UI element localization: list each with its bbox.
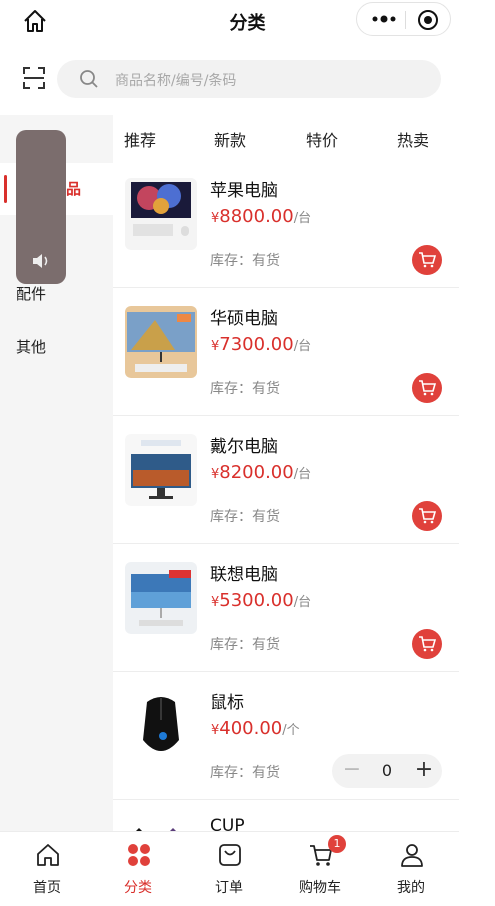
cart-icon (419, 508, 436, 524)
add-to-cart-button[interactable] (412, 629, 442, 659)
product-price: ¥7300.00/台 (211, 334, 312, 355)
product-price: ¥8200.00/台 (211, 462, 312, 483)
stock-status: 库存：有货 (210, 253, 280, 269)
product-price: ¥400.00/个 (211, 718, 300, 739)
nav-label: 我的 (397, 880, 425, 896)
product-image (125, 178, 197, 250)
cart-badge: 1 (328, 835, 346, 853)
nav-orders[interactable]: 订单 (183, 832, 275, 906)
product-price: ¥5300.00/台 (211, 590, 312, 611)
nav-profile[interactable]: 我的 (365, 832, 457, 906)
list-item[interactable]: 联想电脑 ¥5300.00/台 库存：有货 (113, 544, 459, 672)
add-to-cart-button[interactable] (412, 245, 442, 275)
list-item[interactable]: 华硕电脑 ¥7300.00/台 库存：有货 (113, 288, 459, 416)
sidebar-item-other[interactable]: 其他 (0, 321, 113, 373)
nav-home[interactable]: 首页 (1, 832, 93, 906)
sidebar-item-label: 品 (66, 180, 82, 198)
list-item[interactable]: 戴尔电脑 ¥8200.00/台 库存：有货 (113, 416, 459, 544)
scan-icon[interactable] (22, 66, 46, 90)
nav-label: 购物车 (299, 880, 341, 896)
sidebar-item-label: 配件 (16, 285, 47, 303)
product-price: ¥8800.00/台 (211, 206, 312, 227)
search-icon (80, 70, 98, 88)
add-to-cart-button[interactable] (412, 373, 442, 403)
nav-category[interactable]: 分类 (92, 832, 184, 906)
nav-label: 首页 (33, 880, 61, 896)
list-item[interactable]: 鼠标 ¥400.00/个 库存：有货 − 0 + (113, 672, 459, 800)
increment-button[interactable]: + (412, 758, 436, 782)
top-bar: 分类 (0, 0, 495, 44)
user-icon (401, 844, 423, 867)
tab-recommend[interactable]: 推荐 (124, 127, 156, 151)
stock-status: 库存：有货 (210, 765, 280, 781)
volume-overlay (16, 130, 66, 284)
product-name: CUP (210, 816, 245, 831)
speaker-icon (33, 254, 48, 268)
search-placeholder: 商品名称/编号/条码 (115, 73, 237, 89)
stock-status: 库存：有货 (210, 509, 280, 525)
more-dots-icon[interactable] (371, 9, 397, 29)
search-input[interactable]: 商品名称/编号/条码 (57, 60, 441, 98)
sidebar-item-label: 其他 (16, 338, 47, 356)
quantity-value: 0 (381, 761, 393, 780)
tab-new[interactable]: 新款 (214, 127, 246, 151)
product-image (125, 562, 197, 634)
miniprogram-capsule (356, 2, 451, 36)
nav-label: 订单 (215, 880, 243, 896)
tab-special[interactable]: 特价 (306, 127, 338, 151)
stock-status: 库存：有货 (210, 637, 280, 653)
category-icon (128, 844, 150, 866)
decrement-button[interactable]: − (340, 758, 364, 782)
tab-hot[interactable]: 热卖 (397, 127, 429, 151)
cart-icon (419, 252, 436, 268)
product-name: 鼠标 (210, 693, 244, 713)
stock-status: 库存：有货 (210, 381, 280, 397)
product-name: 戴尔电脑 (210, 437, 278, 457)
product-list: 苹果电脑 ¥8800.00/台 库存：有货 华硕电脑 ¥7300.00/台 库存… (113, 160, 459, 831)
product-name: 联想电脑 (210, 565, 278, 585)
product-image (125, 306, 197, 378)
bottom-tab-bar: 首页 分类 订单 1 购物车 我的 (0, 831, 459, 906)
product-image (125, 434, 197, 506)
target-icon[interactable] (417, 9, 439, 31)
quantity-stepper: − 0 + (332, 754, 442, 788)
add-to-cart-button[interactable] (412, 501, 442, 531)
list-item[interactable]: CUP (113, 800, 459, 831)
product-name: 苹果电脑 (210, 181, 278, 201)
active-indicator (4, 175, 7, 203)
product-name: 华硕电脑 (210, 309, 278, 329)
capsule-divider (405, 11, 406, 29)
cart-icon (419, 636, 436, 652)
order-bag-icon (219, 844, 241, 866)
filter-tabs: 推荐 新款 特价 热卖 (113, 115, 459, 160)
home-icon (37, 844, 59, 866)
list-item[interactable]: 苹果电脑 ¥8800.00/台 库存：有货 (113, 160, 459, 288)
nav-label: 分类 (124, 880, 152, 896)
cart-icon (419, 380, 436, 396)
nav-cart[interactable]: 1 购物车 (274, 832, 366, 906)
product-image (125, 690, 197, 762)
